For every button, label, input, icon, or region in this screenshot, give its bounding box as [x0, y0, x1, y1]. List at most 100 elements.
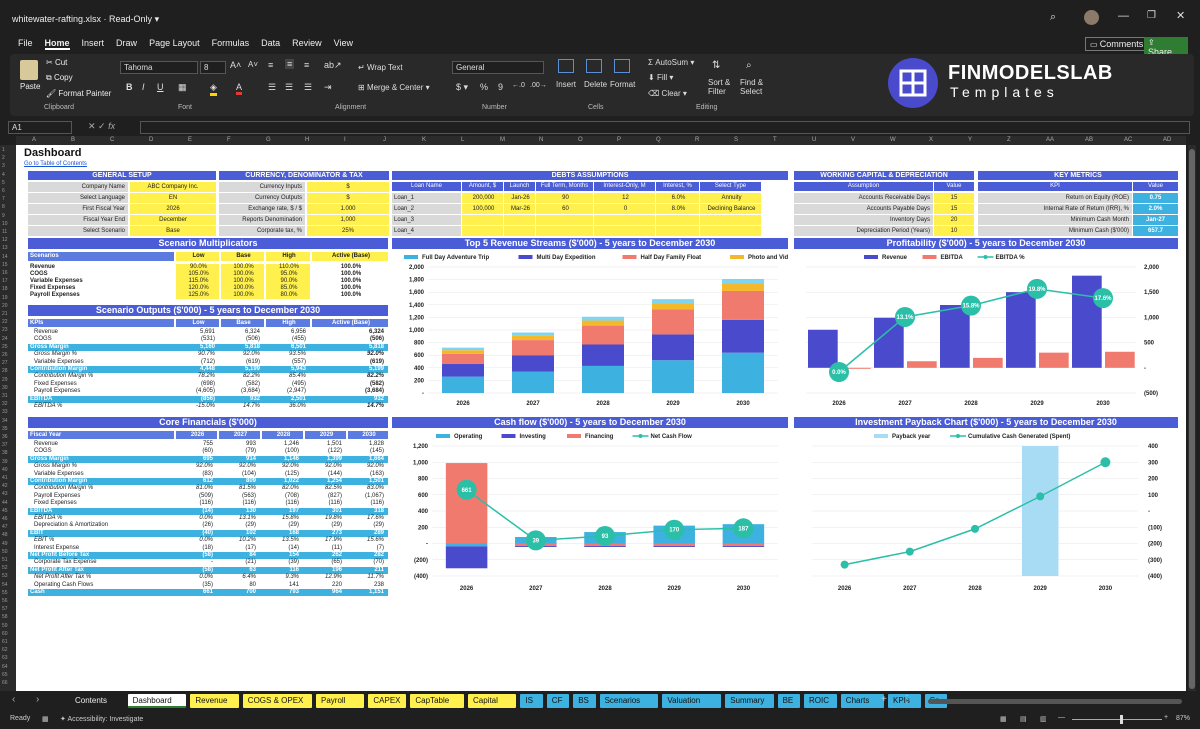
tab-prev-icon[interactable]: ‹ [12, 694, 15, 705]
row-number[interactable]: 27 [2, 360, 8, 366]
percent-icon[interactable]: % [480, 82, 488, 92]
row-number[interactable]: 61 [2, 639, 8, 645]
normal-view-icon[interactable]: ▦ [1000, 715, 1007, 723]
debt-cell[interactable]: 8.0% [656, 204, 699, 214]
setup-value[interactable]: 1.000 [307, 204, 389, 214]
column-letter[interactable]: AB [1085, 137, 1093, 143]
menu-page-layout[interactable]: Page Layout [149, 38, 200, 48]
row-number[interactable]: 33 [2, 409, 8, 415]
setup-value[interactable]: 25% [307, 226, 389, 236]
comma-icon[interactable]: 9 [498, 82, 503, 92]
row-number[interactable]: 56 [2, 598, 8, 604]
menu-file[interactable]: File [18, 38, 33, 48]
column-letter[interactable]: S [734, 137, 738, 143]
tab-cogs-opex[interactable]: COGS & OPEX [242, 694, 312, 708]
debt-cell[interactable] [536, 215, 593, 225]
mult-cell[interactable]: 115.0% [176, 278, 219, 285]
row-number[interactable]: 54 [2, 582, 8, 588]
debt-cell[interactable]: Jan-26 [504, 193, 535, 203]
mult-cell[interactable]: 110.0% [266, 264, 310, 271]
format-cells-icon[interactable] [614, 59, 630, 73]
underline-icon[interactable]: U [157, 82, 164, 92]
page-layout-icon[interactable]: ▤ [1020, 715, 1027, 723]
mult-cell[interactable]: 105.0% [176, 271, 219, 278]
row-number[interactable]: 6 [2, 188, 5, 194]
row-number[interactable]: 9 [2, 213, 5, 219]
column-letter[interactable]: AC [1124, 137, 1132, 143]
row-number[interactable]: 65 [2, 672, 8, 678]
setup-value[interactable]: $ [307, 182, 389, 192]
macro-icon[interactable]: ▦ [42, 715, 49, 723]
mult-cell[interactable]: 100.0% [221, 264, 264, 271]
tab-charts[interactable]: Charts [840, 694, 884, 708]
row-number[interactable]: 36 [2, 434, 8, 440]
align-middle-icon[interactable]: ≡ [285, 59, 295, 69]
row-number[interactable]: 58 [2, 614, 8, 620]
insert-button[interactable]: Insert [556, 80, 576, 89]
zoom-level[interactable]: 87% [1176, 715, 1190, 722]
column-letter[interactable]: M [500, 137, 505, 143]
setup-value[interactable]: Base [130, 226, 216, 236]
mult-cell[interactable]: 95.0% [266, 271, 310, 278]
debt-cell[interactable] [504, 215, 535, 225]
column-letter[interactable]: R [695, 137, 699, 143]
tab-be[interactable]: BE [777, 694, 800, 708]
column-letter[interactable]: A [32, 137, 36, 143]
row-number[interactable]: 42 [2, 483, 8, 489]
formula-buttons[interactable]: ✕ ✓ fx [88, 121, 115, 132]
debt-cell[interactable] [700, 215, 761, 225]
tab-summary[interactable]: Summary [725, 694, 774, 708]
column-letter[interactable]: O [578, 137, 583, 143]
kv-value[interactable]: 15 [934, 193, 974, 203]
debt-cell[interactable] [594, 215, 655, 225]
row-number[interactable]: 22 [2, 319, 8, 325]
tab-capex[interactable]: CAPEX [368, 694, 407, 708]
row-number[interactable]: 47 [2, 524, 8, 530]
find-select-button[interactable]: Find & Select [740, 78, 774, 96]
mult-cell[interactable]: 125.0% [176, 292, 219, 299]
column-letter[interactable]: K [422, 137, 426, 143]
setup-value[interactable]: ABC Company Inc. [130, 182, 216, 192]
mult-cell[interactable]: 100.0% [221, 278, 264, 285]
row-number[interactable]: 37 [2, 442, 8, 448]
row-number[interactable]: 44 [2, 500, 8, 506]
column-letter[interactable]: N [539, 137, 543, 143]
menu-formulas[interactable]: Formulas [212, 38, 250, 48]
row-number[interactable]: 18 [2, 286, 8, 292]
row-number[interactable]: 64 [2, 664, 8, 670]
tab-capital[interactable]: Capital [468, 694, 517, 708]
fill-button[interactable]: ⬇ Fill ▾ [648, 73, 673, 82]
column-letter[interactable]: J [383, 137, 386, 143]
sort-filter-button[interactable]: Sort & Filter [708, 78, 738, 96]
row-number[interactable]: 19 [2, 295, 8, 301]
kv-value[interactable]: 10 [934, 226, 974, 236]
column-letter[interactable]: L [461, 137, 464, 143]
column-letter[interactable]: F [227, 137, 231, 143]
cut-button[interactable]: ✂ Cut [46, 58, 67, 67]
shrink-font-icon[interactable]: A˅ [248, 60, 258, 69]
debt-cell[interactable] [700, 226, 761, 236]
mult-cell[interactable]: 100.0% [221, 285, 264, 292]
debt-cell[interactable] [594, 226, 655, 236]
mult-cell[interactable]: 90.0% [176, 264, 219, 271]
mult-cell[interactable]: 120.0% [176, 285, 219, 292]
column-letter[interactable]: H [305, 137, 309, 143]
row-number[interactable]: 62 [2, 647, 8, 653]
paste-icon[interactable] [20, 60, 38, 80]
horizontal-scrollbar[interactable] [928, 699, 1182, 704]
row-number[interactable]: 25 [2, 344, 8, 350]
row-number[interactable]: 38 [2, 450, 8, 456]
debt-cell[interactable]: 90 [536, 193, 593, 203]
row-number[interactable]: 40 [2, 467, 8, 473]
column-letter[interactable]: U [812, 137, 816, 143]
column-letter[interactable]: P [617, 137, 621, 143]
column-letter[interactable]: W [890, 137, 896, 143]
format-button[interactable]: Format [610, 80, 635, 89]
zoom-thumb[interactable] [1120, 715, 1123, 724]
tab-next-icon[interactable]: › [36, 694, 39, 705]
row-number[interactable]: 41 [2, 475, 8, 481]
row-number[interactable]: 57 [2, 606, 8, 612]
debt-cell[interactable]: 0 [594, 204, 655, 214]
setup-value[interactable]: December [130, 215, 216, 225]
column-letter[interactable]: I [344, 137, 346, 143]
